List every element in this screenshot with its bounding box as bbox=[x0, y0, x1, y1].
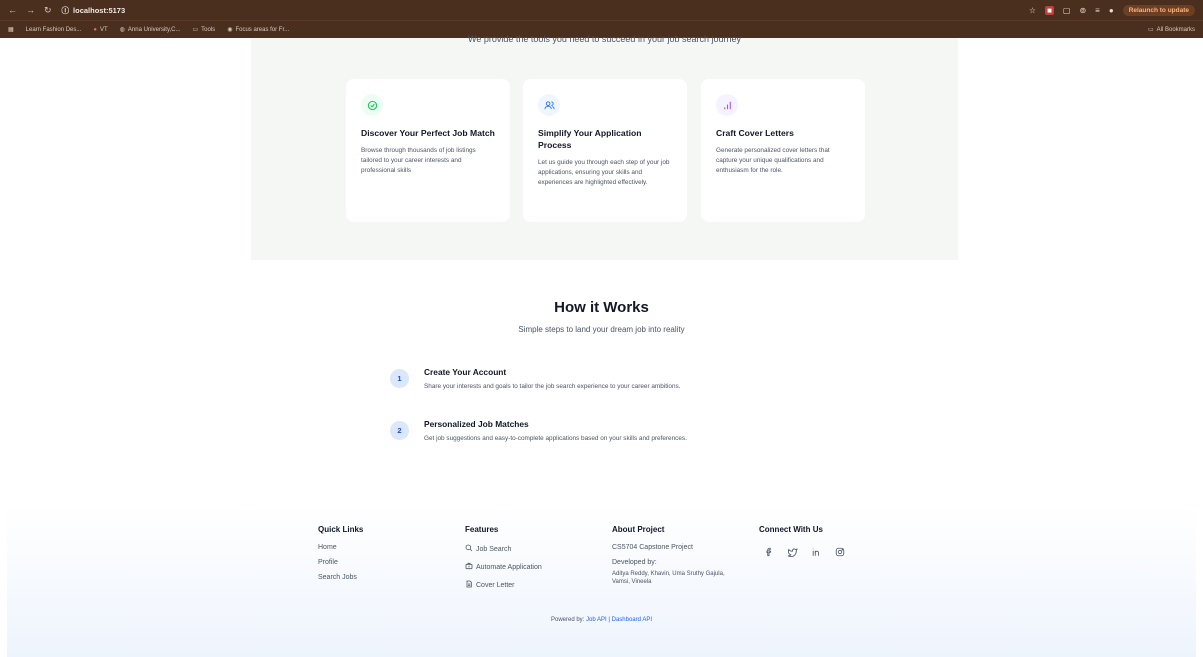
step-desc: Share your interests and goals to tailor… bbox=[424, 383, 681, 390]
browser-actions: ☆ ■ ▢ ⊚ ≡ ● Relaunch to update bbox=[1029, 4, 1195, 16]
feature-desc: Browse through thousands of job listings… bbox=[361, 147, 476, 174]
dashboard-api-link[interactable]: Dashboard API bbox=[612, 617, 652, 623]
address-bar[interactable]: ⓘ localhost:5173 bbox=[62, 5, 126, 16]
footer-link-automate-application[interactable]: Automate Application bbox=[465, 562, 542, 572]
footer-heading: Quick Links bbox=[318, 525, 364, 534]
about-developers: Aditya Reddy, Khavin, Uma Sruthy Gajula,… bbox=[612, 571, 725, 585]
feature-card: Discover Your Perfect Job Match Browse t… bbox=[346, 79, 510, 222]
briefcase-icon bbox=[465, 562, 473, 572]
profile-avatar-icon[interactable]: ● bbox=[1109, 6, 1114, 15]
browser-toolbar: ← → ↻ ⓘ localhost:5173 ☆ ■ ▢ ⊚ ≡ ● Relau… bbox=[0, 0, 1203, 20]
about-developed-by: Developed by: bbox=[612, 559, 657, 566]
reload-icon[interactable]: ↻ bbox=[44, 5, 52, 16]
bookmark-favicon-icon: ◉ bbox=[227, 27, 233, 33]
footer-connect: Connect With Us bbox=[759, 525, 845, 562]
browser-nav: ← → ↻ bbox=[8, 5, 52, 16]
footer-quick-links: Quick Links Home Profile Search Jobs bbox=[318, 525, 363, 589]
footer-link-job-search[interactable]: Job Search bbox=[465, 544, 542, 554]
footer-link-profile[interactable]: Profile bbox=[318, 559, 363, 566]
footer-heading: About Project bbox=[612, 525, 665, 534]
feature-card: Craft Cover Letters Generate personalize… bbox=[701, 79, 865, 222]
forward-icon[interactable]: → bbox=[26, 5, 35, 15]
step-desc: Get job suggestions and easy-to-complete… bbox=[424, 435, 687, 442]
feature-title: Craft Cover Letters bbox=[716, 128, 794, 138]
bar-chart-icon bbox=[716, 94, 738, 116]
instagram-icon[interactable] bbox=[835, 544, 845, 562]
about-project-code: CS5704 Capstone Project bbox=[612, 544, 693, 551]
footer-link-search-jobs[interactable]: Search Jobs bbox=[318, 574, 363, 581]
bookmark-item[interactable]: ◉ Focus areas for Fr... bbox=[227, 26, 289, 34]
job-api-link[interactable]: Job API bbox=[586, 617, 607, 623]
bookmark-favicon-icon: ◍ bbox=[119, 27, 125, 33]
footer-heading: Connect With Us bbox=[759, 525, 823, 534]
footer-heading: Features bbox=[465, 525, 499, 534]
bookmark-item[interactable]: ● VT bbox=[93, 27, 107, 33]
footer-link-home[interactable]: Home bbox=[318, 544, 363, 551]
back-icon[interactable]: ← bbox=[8, 5, 17, 15]
step-title: Personalized Job Matches bbox=[424, 419, 529, 429]
how-it-works-title: How it Works bbox=[554, 299, 649, 316]
extension-icon[interactable]: ■ bbox=[1045, 5, 1054, 15]
bookmark-item[interactable]: ◍ Anna University,C... bbox=[119, 26, 181, 34]
features-section: We provide the tools you need to succeed… bbox=[251, 34, 958, 260]
document-icon bbox=[465, 580, 473, 590]
apps-grid-icon[interactable]: ▦ bbox=[8, 26, 14, 33]
feature-card: Simplify Your Application Process Let us… bbox=[523, 79, 687, 222]
twitter-icon[interactable] bbox=[787, 544, 798, 562]
bookmark-item[interactable]: Learn Fashion Des... bbox=[26, 27, 82, 33]
social-links bbox=[759, 544, 845, 562]
footer-about: About Project CS5704 Capstone Project De… bbox=[612, 525, 742, 586]
relaunch-button[interactable]: Relaunch to update bbox=[1122, 4, 1195, 16]
step-item: 2 Personalized Job Matches Get job sugge… bbox=[390, 419, 687, 442]
reading-list-icon[interactable]: ≡ bbox=[1095, 6, 1100, 15]
all-bookmarks-folder[interactable]: ▭ All Bookmarks bbox=[1147, 26, 1195, 34]
step-number-badge: 1 bbox=[390, 369, 409, 388]
bookmark-favicon-icon: ● bbox=[93, 26, 97, 33]
footer-link-cover-letter[interactable]: Cover Letter bbox=[465, 580, 542, 590]
how-it-works-subtitle: Simple steps to land your dream job into… bbox=[518, 325, 685, 334]
footer: Quick Links Home Profile Search Jobs Fea… bbox=[7, 505, 1196, 657]
feature-desc: Generate personalized cover letters that… bbox=[716, 147, 830, 174]
star-icon[interactable]: ☆ bbox=[1029, 6, 1036, 15]
feature-title: Simplify Your Application Process bbox=[538, 128, 642, 150]
step-title: Create Your Account bbox=[424, 367, 507, 377]
feature-desc: Let us guide you through each step of yo… bbox=[538, 159, 670, 186]
url-text: localhost:5173 bbox=[73, 5, 126, 15]
users-icon bbox=[538, 94, 560, 116]
bookmark-folder[interactable]: ▭ Tools bbox=[192, 26, 216, 34]
extensions-puzzle-icon[interactable]: ▢ bbox=[1063, 6, 1071, 15]
footer-features: Features Job Search Automate Application… bbox=[465, 525, 542, 598]
site-info-icon[interactable]: ⓘ bbox=[62, 5, 70, 16]
step-number-badge: 2 bbox=[390, 421, 409, 440]
downloads-icon[interactable]: ⊚ bbox=[1079, 6, 1086, 15]
search-icon bbox=[465, 544, 473, 554]
features-subtitle: We provide the tools you need to succeed… bbox=[468, 34, 741, 44]
check-circle-icon bbox=[361, 94, 383, 116]
powered-by: Powered by: Job API | Dashboard API bbox=[551, 617, 652, 623]
folder-icon: ▭ bbox=[192, 27, 199, 33]
facebook-icon[interactable] bbox=[764, 544, 774, 562]
folder-icon: ▭ bbox=[1147, 27, 1154, 33]
feature-title: Discover Your Perfect Job Match bbox=[361, 128, 495, 138]
linkedin-icon[interactable] bbox=[811, 544, 822, 562]
step-item: 1 Create Your Account Share your interes… bbox=[390, 367, 680, 390]
